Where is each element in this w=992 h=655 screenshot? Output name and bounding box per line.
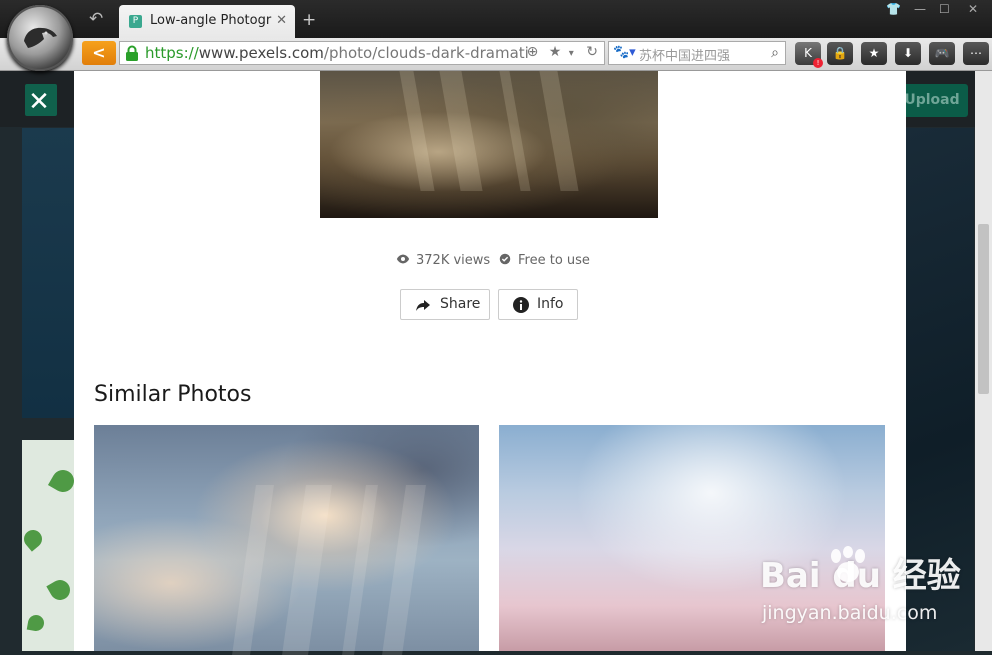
lock-button[interactable]: 🔒 (827, 42, 853, 65)
back-button[interactable]: < (82, 41, 116, 65)
similar-photos-title: Similar Photos (94, 382, 252, 407)
scrollbar-thumb[interactable] (978, 224, 989, 394)
new-tab-icon[interactable]: + (302, 10, 316, 30)
lock-icon (126, 45, 138, 61)
undo-close-tab-icon[interactable]: ↶ (89, 9, 103, 29)
search-input[interactable]: 苏杯中国进四强 (639, 45, 730, 64)
refresh-icon[interactable]: ↻ (586, 44, 598, 60)
maximize-icon[interactable]: ☐ (939, 2, 950, 16)
background-photo-left (22, 128, 74, 418)
k-extension-button[interactable]: K! (795, 42, 823, 68)
close-modal-icon[interactable]: ✕ (26, 89, 52, 115)
views-count: 372K views (396, 252, 490, 268)
download-button[interactable]: ⬇ (895, 42, 921, 65)
pexels-favicon-icon: P (129, 15, 142, 28)
browser-logo-icon[interactable] (7, 5, 73, 71)
more-button[interactable]: ⋯ (963, 42, 989, 65)
watermark-url: jingyan.baidu.com (762, 602, 938, 624)
minimize-icon[interactable]: — (914, 2, 926, 16)
baidu-paw-icon[interactable]: 🐾▾ (613, 45, 636, 60)
browser-tab[interactable]: P Low-angle Photogr ✕ (119, 5, 295, 38)
search-box[interactable]: 🐾▾ 苏杯中国进四强 ⌕ (608, 41, 786, 65)
similar-photo-1[interactable] (94, 425, 479, 655)
favorites-button[interactable]: ★ (861, 42, 887, 65)
info-button[interactable]: Info (498, 289, 578, 320)
share-button[interactable]: Share (400, 289, 490, 320)
chevron-down-icon[interactable]: ▾ (569, 48, 574, 59)
eye-icon (396, 254, 410, 264)
background-photo-leaves (20, 440, 79, 651)
share-arrow-icon (416, 300, 430, 311)
address-actions: ⊕ ★ ▾ ↻ (527, 44, 598, 60)
search-icon[interactable]: ⌕ (771, 45, 779, 61)
address-bar[interactable]: https://www.pexels.com/photo/clouds-dark… (119, 41, 605, 65)
tab-close-icon[interactable]: ✕ (276, 13, 287, 28)
cat-logo-icon (24, 27, 57, 48)
upload-button[interactable]: Upload (896, 84, 968, 117)
license-badge[interactable]: Free to use (498, 252, 590, 268)
bookmark-star-icon[interactable]: ★ (549, 44, 562, 60)
info-icon (513, 297, 529, 313)
check-circle-icon (499, 253, 511, 265)
main-photo[interactable] (320, 71, 658, 218)
baidu-paw-watermark-icon (831, 546, 865, 582)
skin-icon[interactable]: 👕 (886, 2, 901, 16)
tab-title: Low-angle Photogr (150, 13, 272, 28)
browser-toolbar: < https://www.pexels.com/photo/clouds-da… (0, 38, 992, 71)
close-window-icon[interactable]: ✕ (968, 2, 978, 16)
url-text: https://www.pexels.com/photo/clouds-dark… (145, 44, 529, 62)
compat-mode-icon[interactable]: ⊕ (527, 44, 539, 60)
game-button[interactable]: 🎮 (929, 42, 955, 65)
